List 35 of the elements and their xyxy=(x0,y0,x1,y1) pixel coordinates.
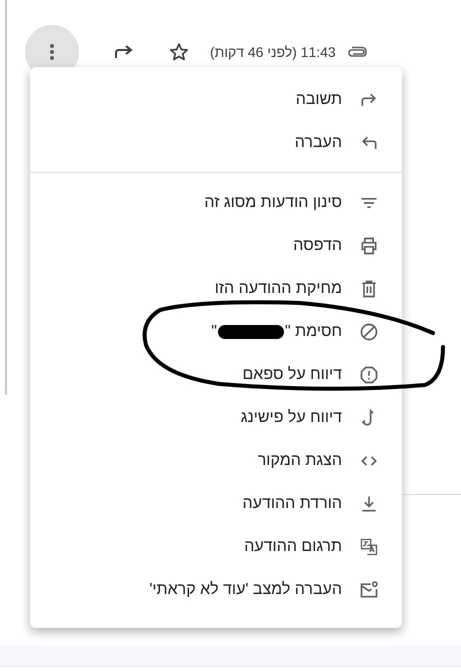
forward-arrow-icon[interactable] xyxy=(114,45,134,59)
paperclip-icon xyxy=(346,46,367,58)
menu-item[interactable]: הדפסה xyxy=(30,224,402,267)
menu-item[interactable]: הצגת המקור xyxy=(30,439,402,482)
menu-item-label: " xyxy=(211,322,217,340)
menu-item-label: דיווח על פישינג xyxy=(240,408,342,426)
message-time: 11:43 (לפני 46 דקות) xyxy=(210,44,336,60)
menu-item-label: סינון הודעות מסוג זה xyxy=(204,194,342,212)
translate-icon xyxy=(359,536,379,556)
menu-item[interactable]: העברה xyxy=(30,121,402,164)
menu-item-label: דיווח על ספאם xyxy=(242,366,342,384)
menu-item[interactable]: דיווח על פישינג xyxy=(30,396,402,439)
menu-item-label: העברה למצב 'עוד לא קראתי' xyxy=(149,580,342,598)
menu-item[interactable]: חסימת " " xyxy=(30,310,402,353)
exclamation-icon xyxy=(359,364,379,384)
menu-item[interactable]: העברה למצב 'עוד לא קראתי' xyxy=(30,568,402,611)
block-icon xyxy=(359,322,379,342)
menu-item-label: הצגת המקור xyxy=(258,452,342,470)
menu-item[interactable]: מחיקת ההודעה הזו xyxy=(30,267,402,310)
menu-item-label: תרגום ההודעה xyxy=(244,538,342,556)
menu-item-label: הורדת ההודעה xyxy=(242,494,342,512)
menu-item-label: העברה xyxy=(294,134,342,152)
menu-item[interactable]: דיווח על ספאם xyxy=(30,353,402,396)
menu-item-label: חסימת " xyxy=(284,322,342,340)
menu-item-label: מחיקת ההודעה הזו xyxy=(214,280,342,298)
menu-item[interactable]: הורדת ההודעה xyxy=(30,482,402,525)
envelope-icon xyxy=(359,580,379,600)
star-icon[interactable] xyxy=(169,42,189,62)
menu-item[interactable]: סינון הודעות מסוג זה xyxy=(30,181,402,224)
more-vertical-icon xyxy=(50,44,54,60)
menu-item[interactable]: תשובה xyxy=(30,78,402,121)
menu-item-label: תשובה xyxy=(296,90,342,108)
menu-item-label: הדפסה xyxy=(293,236,342,254)
menu-item[interactable]: תרגום ההודעה xyxy=(30,525,402,568)
printer-icon xyxy=(359,236,379,256)
